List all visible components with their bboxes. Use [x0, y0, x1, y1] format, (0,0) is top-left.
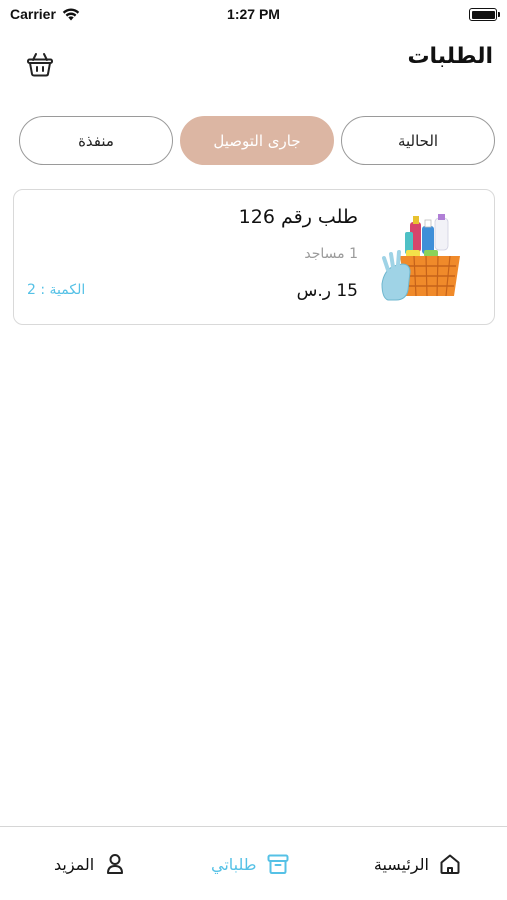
nav-orders[interactable]: طلباتي [211, 851, 291, 877]
tab-in-delivery[interactable]: جارى التوصيل [180, 116, 334, 165]
tab-current[interactable]: الحالية [341, 116, 495, 165]
bottom-navigation: الرئيسية طلباتي المزيد [0, 826, 507, 900]
order-title: طلب رقم 126 [238, 206, 358, 228]
status-time: 1:27 PM [227, 6, 280, 22]
nav-more[interactable]: المزيد [54, 851, 128, 877]
battery-icon [469, 8, 500, 21]
user-icon [102, 851, 128, 877]
order-card[interactable]: طلب رقم 126 1 مساجد 15 ر.س الكمية : 2 [13, 189, 495, 325]
nav-home[interactable]: الرئيسية [374, 851, 463, 877]
page-title: الطلبات [407, 44, 493, 69]
archive-box-icon [265, 851, 291, 877]
cleaning-supplies-image [381, 214, 460, 301]
basket-icon [27, 53, 53, 77]
home-icon [437, 851, 463, 877]
nav-more-label: المزيد [54, 854, 95, 874]
basket-button[interactable] [24, 48, 56, 80]
nav-home-label: الرئيسية [373, 854, 429, 874]
status-bar: Carrier 1:27 PM [0, 0, 507, 30]
order-quantity: الكمية : 2 [27, 282, 86, 298]
nav-orders-label: طلباتي [211, 854, 257, 874]
tab-completed[interactable]: منفذة [19, 116, 173, 165]
order-price: 15 ر.س [296, 281, 358, 301]
order-category: 1 مساجد [304, 246, 358, 262]
order-status-tabs: الحالية جارى التوصيل منفذة [19, 116, 495, 165]
